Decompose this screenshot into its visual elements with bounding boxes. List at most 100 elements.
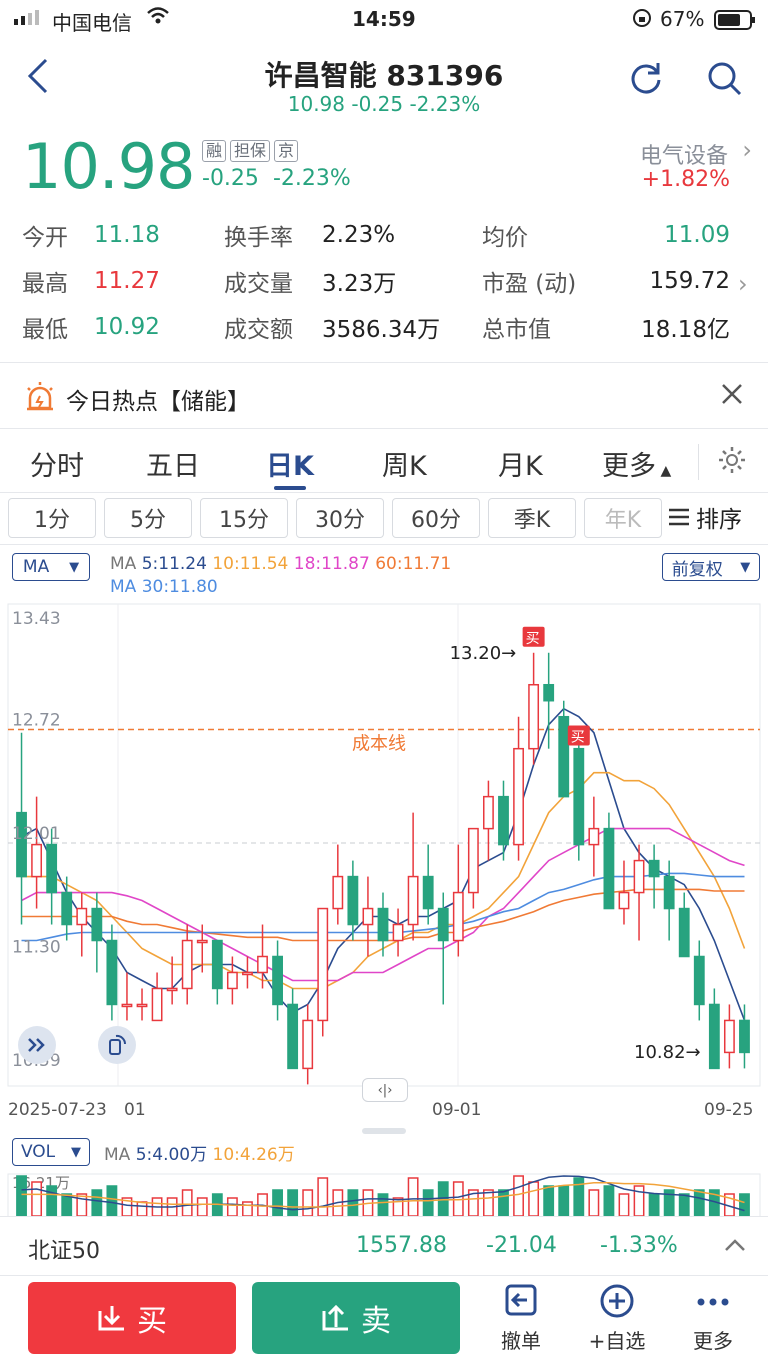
refresh-button[interactable] (624, 56, 668, 100)
alarm-icon (24, 380, 56, 416)
margin-tag: 融 (202, 140, 227, 162)
hot-topic-text: 今日热点【储能】 (66, 389, 250, 415)
quote-row: 今开 11.18 换手率 2.23% 均价 11.09 (22, 212, 730, 258)
pe-chevron-icon[interactable]: › (738, 270, 748, 298)
ma-selector[interactable]: MA ▼ (12, 553, 90, 581)
close-icon[interactable] (718, 380, 746, 412)
low-label: 最低 (22, 317, 68, 343)
vol-ma-values: MA 5:4.00万 10:4.26万 (104, 1140, 295, 1165)
candle (528, 652, 540, 765)
candle (483, 780, 494, 861)
triangle-up-icon: ▲ (656, 463, 672, 479)
candle-body (678, 907, 690, 958)
amount-label: 成交额 (224, 317, 293, 343)
candle-body (573, 747, 585, 846)
volume-bar (287, 1189, 299, 1216)
y-tick-label: 11.30 (12, 938, 61, 958)
drag-handle-icon[interactable]: ‹|› (362, 1078, 408, 1102)
search-button[interactable] (702, 56, 746, 100)
current-price: 10.98 (22, 130, 195, 203)
chevron-up-icon[interactable] (724, 1237, 746, 1256)
settings-icon[interactable] (716, 444, 748, 480)
buy-button[interactable]: 买 (28, 1282, 236, 1354)
period-1min[interactable]: 1分 (8, 498, 96, 538)
tab-more[interactable]: 更多 ▲ (602, 444, 671, 483)
period-30min[interactable]: 30分 (296, 498, 384, 538)
index-change: -21.04 (486, 1233, 557, 1258)
candle-body (226, 971, 238, 990)
rotate-button[interactable] (98, 1026, 136, 1064)
expand-button[interactable] (18, 1026, 56, 1064)
tab-intraday[interactable]: 分时 (30, 444, 84, 483)
candle (166, 956, 178, 1005)
candle (121, 972, 133, 1021)
volume-chart[interactable] (0, 1170, 768, 1216)
period-5min[interactable]: 5分 (104, 498, 192, 538)
add-watchlist-button[interactable]: +自选 (582, 1282, 652, 1354)
period-15min[interactable]: 15分 (200, 498, 288, 538)
plus-circle-icon (600, 1284, 634, 1318)
vol-selector-label: VOL (20, 1142, 56, 1162)
panel-resize-handle[interactable] (362, 1128, 406, 1134)
volume-label: 成交量 (224, 271, 293, 297)
volume-bar (648, 1193, 660, 1216)
low-value: 10.92 (94, 314, 160, 340)
candle-body (272, 955, 283, 1006)
pe-value[interactable]: 159.72 (612, 258, 730, 304)
y-tick-label: 13.43 (12, 609, 61, 629)
volume-bar (528, 1181, 540, 1216)
cost-line-label: 成本线 (352, 734, 406, 755)
adjust-selector[interactable]: 前复权 ▼ (662, 553, 760, 581)
period-quarter-k[interactable]: 季K (488, 498, 576, 538)
avg-price-value: 11.09 (664, 222, 730, 248)
triangle-down-icon: ▼ (69, 559, 80, 575)
cancel-order-button[interactable]: 撤单 (486, 1282, 556, 1354)
candle-body (181, 939, 193, 990)
candle-body (648, 859, 660, 878)
volume-bar (136, 1201, 148, 1216)
tab-five-day[interactable]: 五日 (146, 444, 200, 483)
adjust-label: 前复权 (671, 559, 723, 580)
candle (136, 988, 148, 1021)
cancel-order-icon (505, 1284, 537, 1316)
sector-link[interactable]: 电气设备 (640, 138, 728, 170)
candle (362, 876, 374, 957)
more-button[interactable]: 更多 (678, 1282, 748, 1354)
tab-monthly-k[interactable]: 月K (498, 444, 543, 483)
buy-marker-text: 买 (526, 631, 540, 647)
candle-body (287, 1003, 299, 1070)
index-name: 北证50 (28, 1239, 100, 1264)
active-tab-indicator (274, 486, 306, 490)
tab-daily-k[interactable]: 日K (266, 444, 314, 483)
ellipsis-icon (697, 1298, 729, 1306)
candlestick-chart[interactable]: 13.4312.7212.0111.3010.59成本线13.20→10.82→… (0, 600, 768, 1090)
sell-label: 卖 (361, 1304, 391, 1339)
candle-body (136, 1003, 148, 1008)
candle-body (543, 683, 555, 702)
volume-bar (407, 1177, 419, 1216)
chevron-right-icon[interactable]: › (742, 136, 752, 164)
high-price-note: 13.20→ (450, 643, 517, 664)
change-percent: -2.23% (272, 166, 351, 191)
sort-button[interactable]: 排序 (666, 500, 742, 534)
pe-label: 市盈 (动) (482, 271, 577, 297)
ma-selector-label: MA (22, 557, 50, 577)
candle-body (242, 971, 253, 976)
buy-label: 买 (137, 1304, 167, 1339)
volume-bar (422, 1189, 434, 1216)
candle (317, 907, 329, 1037)
candle-body (452, 891, 464, 942)
index-ticker[interactable]: 北证50 1557.88 -21.04 -1.33% (0, 1216, 768, 1276)
chart-tabs: 分时 五日 日K 周K 月K 更多 ▲ (0, 430, 768, 492)
candle (242, 956, 253, 989)
vol-selector[interactable]: VOL ▼ (12, 1138, 90, 1166)
change-value: -0.25 (202, 166, 259, 191)
tab-weekly-k[interactable]: 周K (382, 444, 427, 483)
volume-bar (483, 1189, 494, 1216)
period-60min[interactable]: 60分 (392, 498, 480, 538)
sell-button[interactable]: 卖 (252, 1282, 460, 1354)
hot-topic-banner[interactable]: 今日热点【储能】 (0, 364, 768, 428)
turnover-value: 2.23% (322, 222, 396, 248)
period-year-k[interactable]: 年K (584, 498, 662, 538)
high-value: 11.27 (94, 268, 160, 294)
